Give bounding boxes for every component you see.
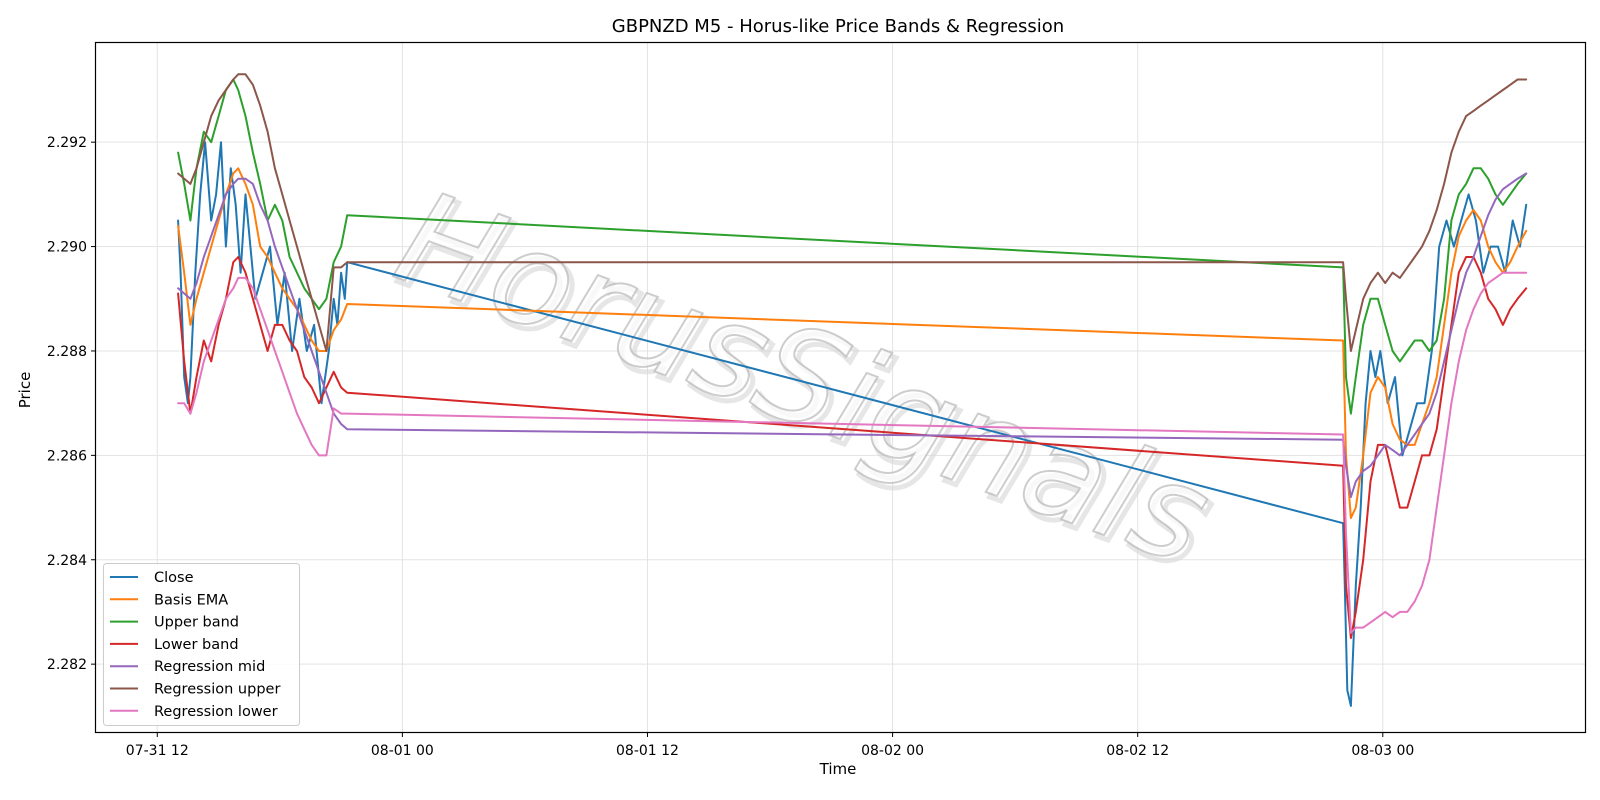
legend-label: Lower band (154, 637, 239, 653)
legend-label: Regression upper (154, 682, 280, 698)
watermark: HorusSignals HorusSignals (378, 160, 1234, 601)
y-tick-label: 2.286 (47, 448, 87, 464)
y-axis-ticks: 2.282 2.284 2.286 2.288 2.290 2.292 (47, 135, 96, 673)
x-tick-label: 08-02 00 (861, 743, 924, 759)
y-tick-label: 2.292 (47, 135, 87, 151)
chart-title: GBPNZD M5 - Horus-like Price Bands & Reg… (612, 16, 1064, 37)
y-tick-label: 2.288 (47, 344, 87, 360)
legend-label: Basis EMA (154, 592, 228, 608)
y-tick-label: 2.284 (47, 553, 87, 569)
x-axis-title: Time (819, 760, 857, 778)
x-tick-label: 07-31 12 (126, 743, 189, 759)
legend-label: Regression lower (154, 704, 278, 720)
legend-label: Close (154, 570, 194, 586)
y-tick-label: 2.290 (47, 240, 87, 256)
x-tick-label: 08-03 00 (1351, 743, 1414, 759)
x-tick-label: 08-01 12 (616, 743, 679, 759)
x-axis-ticks: 07-31 12 08-01 00 08-01 12 08-02 00 08-02 12… (126, 732, 1414, 759)
price-bands-chart: GBPNZD M5 - Horus-like Price Bands & Reg… (16, 16, 1587, 778)
x-tick-label: 08-01 00 (371, 743, 434, 759)
legend-label: Upper band (154, 615, 239, 631)
y-tick-label: 2.282 (47, 657, 87, 673)
x-tick-label: 08-02 12 (1106, 743, 1169, 759)
series-line-regression-upper (177, 73, 1528, 352)
legend: Close Basis EMA Upper band Lower band Regres… (103, 563, 300, 726)
y-axis-title: Price (16, 372, 34, 409)
legend-label: Regression mid (154, 659, 265, 675)
watermark-text: HorusSignals (379, 161, 1228, 594)
